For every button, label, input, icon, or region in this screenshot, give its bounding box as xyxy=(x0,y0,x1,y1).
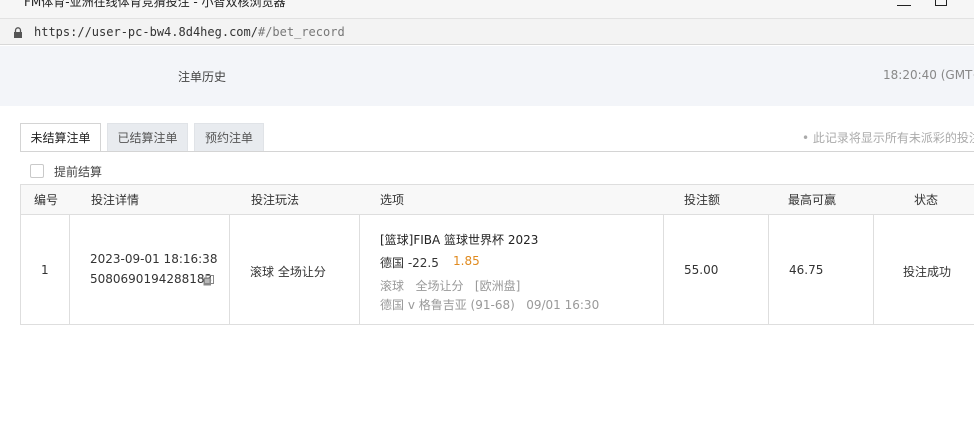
option-title: [篮球]FIBA 篮球世界杯 2023 xyxy=(380,233,539,247)
col-header-option: 选项 xyxy=(380,193,405,207)
tab-settled[interactable]: 已结算注单 xyxy=(107,123,188,152)
col-header-stake: 投注额 xyxy=(684,193,721,207)
col-header-status: 状态 xyxy=(914,193,939,207)
tab-reserved[interactable]: 预约注单 xyxy=(194,123,264,152)
tab-divider xyxy=(20,151,974,152)
early-settle-checkbox[interactable] xyxy=(30,164,44,178)
table-row: 1 2023-09-01 18:16:38 5080690194288183 滚… xyxy=(20,215,974,325)
col-header-detail: 投注详情 xyxy=(91,193,140,207)
cell-status: 投注成功 xyxy=(873,215,974,325)
cell-max-win: 46.75 xyxy=(768,215,873,325)
bet-table: 编号 投注详情 投注玩法 选项 投注额 最高可赢 状态 1 2023-09-01… xyxy=(20,184,974,325)
col-header-max-win: 最高可赢 xyxy=(788,193,837,207)
table-header: 编号 投注详情 投注玩法 选项 投注额 最高可赢 状态 xyxy=(20,185,974,215)
bet-id: 5080690194288183 xyxy=(90,272,213,286)
cell-stake: 55.00 xyxy=(663,215,768,325)
cell-no: 1 xyxy=(20,215,69,325)
status-text: 投注成功 xyxy=(903,265,952,279)
url-path: #/bet_record xyxy=(257,25,345,39)
page-title: 注单历史 xyxy=(178,70,227,84)
col-header-no: 编号 xyxy=(34,193,59,207)
tab-unsettled[interactable]: 未结算注单 xyxy=(20,123,101,152)
url-text[interactable]: https://user-pc-bw4.8d4heg.com/#/bet_rec… xyxy=(34,25,345,39)
cell-option: [篮球]FIBA 篮球世界杯 2023 德国 -22.5 1.85 滚球 全场让… xyxy=(359,215,663,325)
maximize-icon[interactable] xyxy=(935,0,947,6)
cell-detail: 2023-09-01 18:16:38 5080690194288183 xyxy=(69,215,229,325)
window-title: FM体育-亚洲在线体育竞猜投注 - 小智双核浏览器 xyxy=(24,0,286,9)
address-bar[interactable]: https://user-pc-bw4.8d4heg.com/#/bet_rec… xyxy=(0,18,974,45)
option-odds: 1.85 xyxy=(453,254,480,268)
bet-play-type: 滚球 全场让分 xyxy=(250,265,326,279)
page-header: 注单历史 18:20:40 (GMT+8 xyxy=(0,46,974,106)
bet-stake: 55.00 xyxy=(684,263,719,277)
minimize-icon[interactable] xyxy=(897,0,911,6)
clock-time: 18:20:40 (GMT+8 xyxy=(883,68,974,82)
copy-icon[interactable] xyxy=(203,275,214,286)
window-titlebar: FM体育-亚洲在线体育竞猜投注 - 小智双核浏览器 xyxy=(0,0,974,18)
option-selection: 德国 -22.5 xyxy=(380,256,439,270)
option-match: 德国 v 格鲁吉亚 (91-68) 09/01 16:30 xyxy=(380,298,600,312)
col-header-play: 投注玩法 xyxy=(251,193,300,207)
bet-number: 1 xyxy=(41,263,49,277)
cell-play: 滚球 全场让分 xyxy=(229,215,359,325)
early-settle-label: 提前结算 xyxy=(54,165,103,179)
bet-datetime: 2023-09-01 18:16:38 xyxy=(90,252,218,266)
notice-text: • 此记录将显示所有未派彩的投注 xyxy=(802,131,974,145)
url-host: https://user-pc-bw4.8d4heg.com/ xyxy=(34,25,258,39)
lock-icon xyxy=(14,27,22,38)
option-market: 滚球 全场让分 [欧洲盘] xyxy=(380,279,521,293)
bet-max-win: 46.75 xyxy=(789,263,824,277)
